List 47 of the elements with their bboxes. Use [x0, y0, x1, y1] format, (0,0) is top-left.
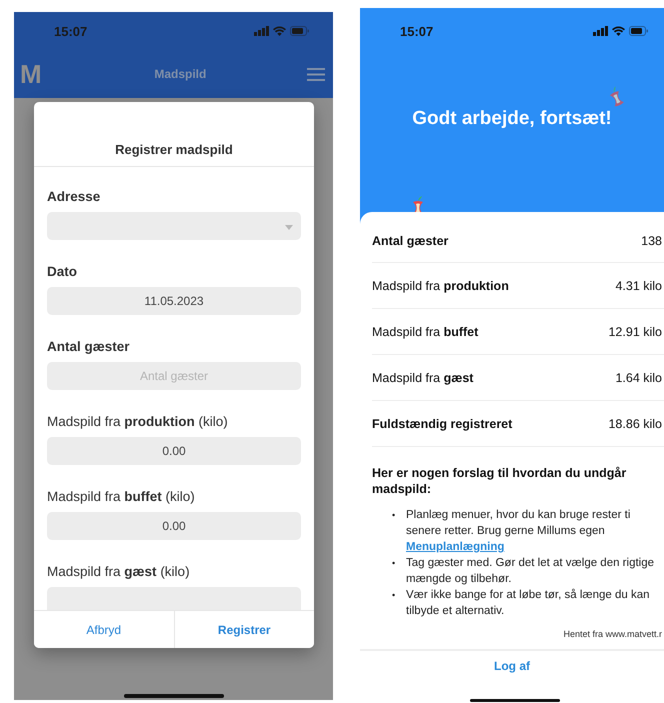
- signal-icon: [593, 26, 608, 36]
- signal-icon: [254, 26, 269, 36]
- stat-label: Fuldstændig registreret: [372, 416, 512, 430]
- stat-label: Madspild fra produktion: [372, 278, 509, 292]
- field-label: Antal gæster: [47, 339, 131, 354]
- status-time: 15:07: [54, 24, 88, 38]
- field-label: Adresse: [47, 189, 102, 204]
- battery-icon: [629, 26, 648, 36]
- tips-heading: Her er nogen forslag til hvordan du undgår madspild:: [372, 465, 628, 497]
- input-field[interactable]: 0.00: [47, 437, 301, 465]
- bullet: •: [392, 557, 396, 570]
- dropdown-field[interactable]: [47, 212, 301, 240]
- tip-text: Vær ikke bange for at løbe tør, så længe du kan tilbyde et alternativ.: [406, 588, 651, 619]
- field-label: Dato: [47, 264, 78, 279]
- menu-icon[interactable]: [307, 68, 325, 80]
- field-label: Madspild fra gæst (kilo): [47, 564, 191, 579]
- cancel-button[interactable]: Afbryd: [34, 611, 174, 648]
- bullet: •: [392, 509, 396, 522]
- field-label: Madspild fra produktion (kilo): [47, 414, 229, 429]
- input-field[interactable]: 0.00: [47, 512, 301, 540]
- battery-icon: [290, 26, 309, 36]
- tip-text: Tag gæster med. Gør det let at vælge den rigtige mængde og tilbehør.: [406, 556, 656, 587]
- dialog-title: Registrer madspild: [34, 102, 314, 167]
- stat-label: Madspild fra buffet: [372, 324, 478, 338]
- stat-value: 4.31 kilo: [615, 278, 662, 292]
- tip-text: Planlæg menuer, hvor du kan bruge rester ti senere retter. Brug gerne Millums egen Menuplanlægning: [406, 508, 632, 555]
- stat-value: 18.86 kilo: [608, 416, 662, 430]
- bullet: •: [392, 589, 396, 602]
- stat-value: 1.64 kilo: [615, 370, 662, 384]
- register-button[interactable]: Registrer: [174, 611, 314, 648]
- wifi-icon: [612, 26, 625, 36]
- source-note: Hentet fra www.matvett.r: [562, 629, 663, 639]
- caret-icon: [285, 225, 293, 230]
- stat-label: Madspild fra gæst: [372, 370, 474, 384]
- input-field[interactable]: 11.05.2023: [47, 287, 301, 315]
- wifi-icon: [273, 26, 286, 36]
- stat-label: Antal gæster: [372, 234, 448, 248]
- stat-value: 138: [641, 234, 662, 248]
- stat-value: 12.91 kilo: [608, 324, 662, 338]
- headline: Godt arbejde, fortsæt!: [411, 108, 613, 130]
- app-logo: M: [20, 58, 42, 90]
- logout-button[interactable]: Log af: [490, 657, 534, 675]
- input-field[interactable]: [47, 587, 301, 610]
- link[interactable]: Menuplanlægning: [406, 541, 504, 553]
- app-title: Madspild: [154, 67, 206, 81]
- field-label: Madspild fra buffet (kilo): [47, 489, 196, 504]
- status-time: 15:07: [400, 24, 434, 38]
